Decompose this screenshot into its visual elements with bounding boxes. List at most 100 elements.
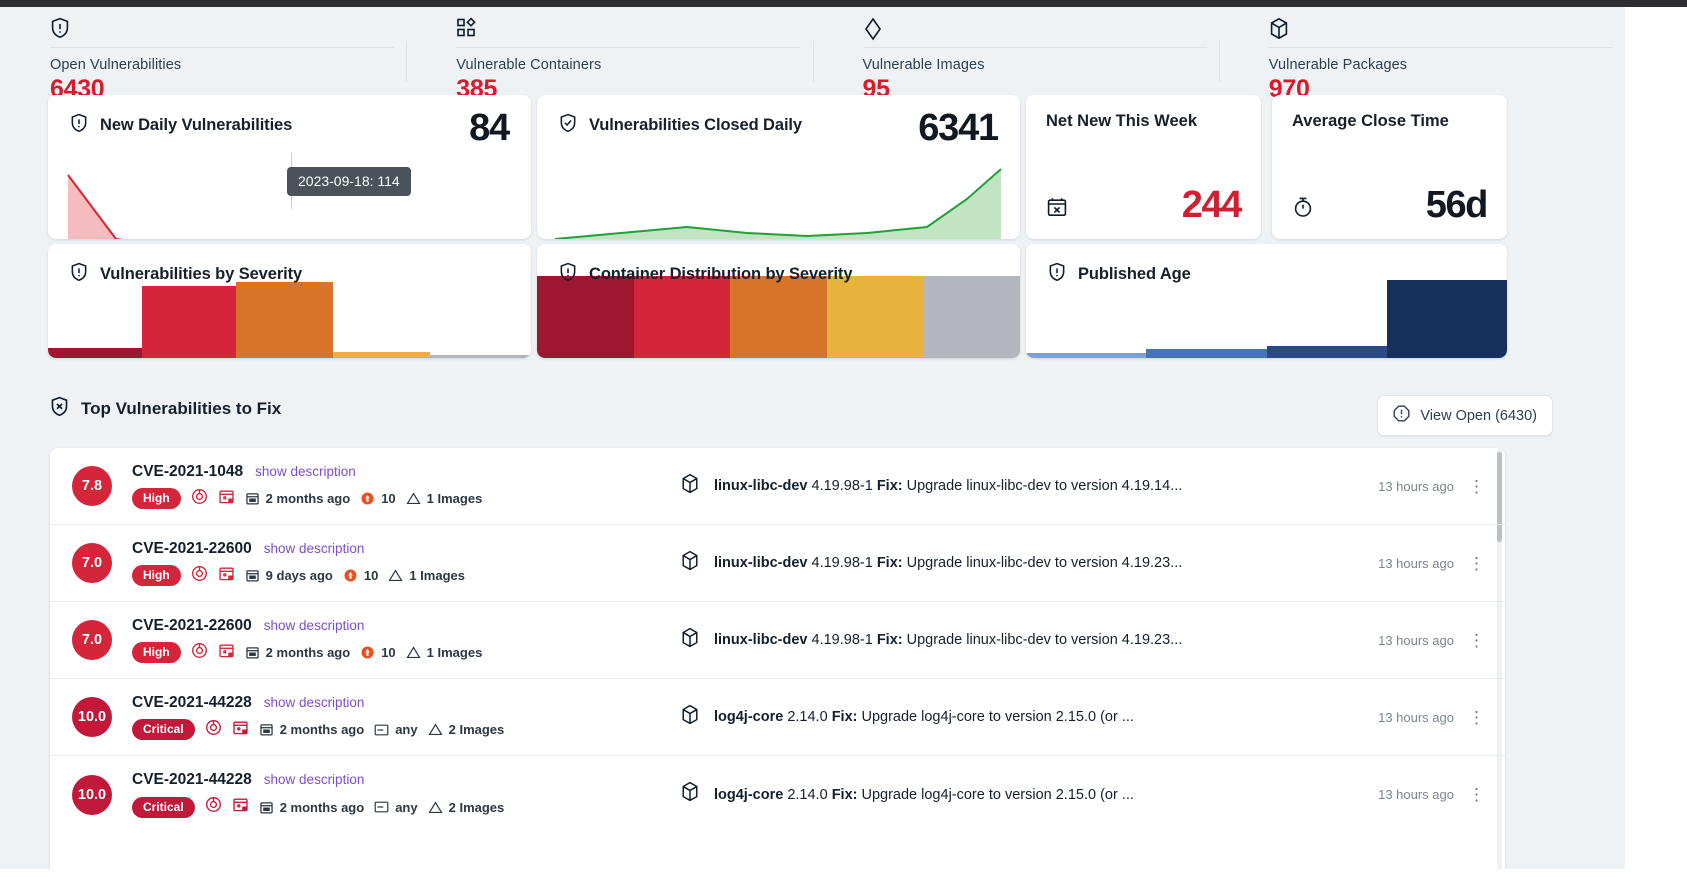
images-count: 1 Images — [426, 645, 483, 660]
show-description-link[interactable]: show description — [264, 618, 365, 633]
row-timestamp: 13 hours ago — [1378, 632, 1454, 648]
table-row[interactable]: 10.0 CVE-2021-44228 show description Cri… — [50, 756, 1505, 833]
package-name-version: log4j-core 2.14.0 — [714, 787, 832, 803]
show-description-link[interactable]: show description — [264, 772, 365, 787]
fix-mode-chip: any — [374, 722, 418, 737]
row-menu-button[interactable]: ⋮ — [1468, 786, 1485, 803]
container-distribution-bar-chart — [537, 276, 1020, 358]
card-vulnerabilities-by-severity[interactable]: Vulnerabilities by Severity — [48, 244, 531, 358]
published-date-chip: 9 days ago — [245, 568, 333, 583]
page-title: Top Vulnerabilities to Fix — [81, 399, 282, 418]
dashboard-page: Open Vulnerabilities 6430 Vulnerable Con… — [0, 7, 1625, 877]
shield-alert-icon — [50, 17, 406, 45]
kev-calendar-icon — [232, 719, 249, 741]
image-diamond-icon — [863, 17, 1219, 45]
table-row[interactable]: 10.0 CVE-2021-44228 show description Cri… — [50, 679, 1505, 756]
card-body: 56d — [1292, 186, 1488, 224]
cve-id: CVE-2021-44228 — [132, 693, 252, 711]
fix-text: Upgrade log4j-core to version 2.15.0 (or… — [861, 786, 1134, 803]
severity-badge: High — [132, 488, 181, 509]
cve-id: CVE-2021-22600 — [132, 539, 252, 557]
card-container-distribution-by-severity[interactable]: Container Distribution by Severity — [537, 244, 1020, 358]
images-count-chip: 1 Images — [388, 568, 465, 583]
package-name-version: linux-libc-dev 4.19.98-1 — [714, 555, 877, 571]
kev-calendar-icon — [218, 565, 235, 587]
shield-check-icon — [50, 396, 69, 422]
images-count-chip: 2 Images — [428, 800, 504, 815]
card-header: Published Age — [1026, 244, 1507, 287]
severity-badge: Critical — [132, 719, 195, 740]
row-menu-button[interactable]: ⋮ — [1468, 478, 1485, 495]
card-published-age[interactable]: Published Age — [1026, 244, 1507, 358]
card-title: Vulnerabilities by Severity — [100, 265, 303, 283]
kev-calendar-icon — [218, 488, 235, 510]
bar-low — [826, 276, 924, 358]
kpi-vulnerable-images[interactable]: Vulnerable Images 95 — [812, 7, 1219, 103]
row-timestamp: 13 hours ago — [1378, 555, 1454, 571]
cve-id: CVE-2021-22600 — [132, 616, 252, 634]
kev-calendar-icon — [232, 796, 249, 818]
fix-mode: any — [395, 799, 418, 815]
fix-line: Fix: Upgrade linux-libc-dev to version 4… — [877, 632, 1182, 648]
fix-line: Fix: Upgrade log4j-core to version 2.15.… — [832, 787, 1134, 803]
kpi-divider — [50, 47, 395, 48]
show-description-link[interactable]: show description — [264, 695, 365, 710]
images-count: 2 Images — [448, 722, 505, 737]
bar-age-30-90d — [1146, 348, 1267, 358]
view-open-button[interactable]: View Open (6430) — [1377, 395, 1553, 436]
card-title: Container Distribution by Severity — [589, 265, 853, 283]
card-title: New Daily Vulnerabilities — [100, 116, 293, 134]
exploit-count: 10 — [381, 491, 396, 506]
window-bottom-strip — [0, 869, 1687, 877]
kpi-separator — [1218, 41, 1220, 82]
kpi-divider — [1268, 47, 1613, 48]
closed-daily-sparkline — [537, 127, 1020, 239]
package-name-version: linux-libc-dev 4.19.98-1 — [714, 632, 877, 648]
package-name-version: log4j-core 2.14.0 — [714, 709, 832, 725]
card-vulnerabilities-closed-daily[interactable]: Vulnerabilities Closed Daily 6341 — [537, 95, 1020, 239]
vulnerability-summary: CVE-2021-1048 show description High 2 mo… — [132, 463, 652, 510]
table-row[interactable]: 7.0 CVE-2021-22600 show description High — [50, 525, 1505, 602]
bar-age-0-30d — [1026, 352, 1147, 358]
table-row[interactable]: 7.0 CVE-2021-22600 show description High — [50, 602, 1505, 679]
images-count: 1 Images — [409, 568, 465, 583]
row-menu-button[interactable]: ⋮ — [1468, 709, 1485, 726]
table-row[interactable]: 7.8 CVE-2021-1048 show description High — [50, 448, 1505, 525]
package-name: log4j-core — [714, 786, 784, 803]
cve-id: CVE-2021-44228 — [132, 771, 252, 788]
package-cube-icon — [680, 473, 700, 500]
card-title: Published Age — [1078, 265, 1191, 283]
show-description-link[interactable]: show description — [264, 541, 365, 556]
exploit-count-chip: 10 — [343, 568, 378, 583]
package-name: linux-libc-dev — [714, 555, 808, 571]
vulnerability-summary: CVE-2021-22600 show description High — [132, 617, 652, 664]
package-info: log4j-core 2.14.0 Fix: Upgrade log4j-cor… — [680, 781, 1378, 808]
package-cube-icon — [680, 704, 700, 731]
kpi-vulnerable-packages[interactable]: Vulnerable Packages 970 — [1218, 7, 1625, 103]
fix-label: Fix: — [876, 555, 903, 571]
vulnerability-summary: CVE-2021-22600 show description High — [132, 540, 652, 587]
card-header: Container Distribution by Severity — [537, 244, 1020, 287]
row-menu-button[interactable]: ⋮ — [1468, 555, 1485, 572]
view-open-label: View Open (6430) — [1420, 407, 1537, 424]
published-date: 2 months ago — [265, 491, 351, 506]
published-age-bar-chart — [1026, 280, 1507, 358]
kpi-label: Vulnerable Containers — [456, 57, 602, 73]
row-menu-button[interactable]: ⋮ — [1468, 632, 1485, 649]
kpi-vulnerable-containers[interactable]: Vulnerable Containers 385 — [406, 7, 812, 103]
package-version: 4.19.98-1 — [811, 632, 873, 648]
card-net-new-this-week[interactable]: Net New This Week 244 — [1026, 95, 1261, 239]
images-count-chip: 1 Images — [406, 491, 482, 506]
card-title: Net New This Week — [1046, 112, 1197, 130]
show-description-link[interactable]: show description — [255, 464, 356, 479]
card-average-close-time[interactable]: Average Close Time 56d — [1272, 95, 1507, 239]
severity-bar-chart — [48, 281, 531, 358]
calendar-x-icon — [1046, 196, 1068, 223]
package-name-version: linux-libc-dev 4.19.98-1 — [714, 478, 877, 494]
chart-tooltip: 2023-09-18: 114 — [287, 167, 411, 196]
fix-label: Fix: — [831, 786, 858, 803]
severity-badge: High — [132, 642, 181, 663]
kpi-open-vulnerabilities[interactable]: Open Vulnerabilities 6430 — [0, 7, 406, 103]
vulnerability-list[interactable]: 7.8 CVE-2021-1048 show description High — [50, 448, 1505, 877]
published-date: 9 days ago — [265, 568, 333, 583]
